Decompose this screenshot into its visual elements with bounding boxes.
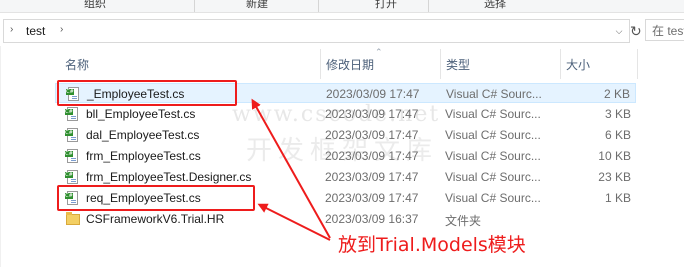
file-row[interactable]: C# frm_EmployeeTest.Designer.cs 2023/03/… (55, 167, 636, 187)
csharp-file-icon: C# (65, 107, 78, 121)
file-date: 2023/03/09 16:37 (325, 212, 419, 226)
file-size: 10 KB (598, 149, 631, 163)
pane-edge (0, 46, 1, 267)
file-row[interactable]: C# frm_EmployeeTest.cs 2023/03/09 17:47 … (55, 146, 636, 166)
chevron-down-icon[interactable]: ⌵ (612, 23, 626, 39)
column-header-date[interactable]: 修改日期 (326, 56, 374, 73)
chevron-right-icon[interactable]: › (60, 24, 63, 35)
file-size: 3 KB (604, 107, 631, 121)
address-box[interactable]: › test › ⌵ (3, 19, 630, 43)
ribbon-divider (194, 0, 195, 12)
highlight-box (57, 80, 237, 106)
file-type: Visual C# Sourc... (445, 191, 541, 205)
file-row[interactable]: CSFrameworkV6.Trial.HR 2023/03/09 16:37 … (55, 209, 636, 229)
file-name: frm_EmployeeTest.cs (86, 149, 201, 163)
file-date: 2023/03/09 17:47 (325, 170, 419, 184)
file-type: Visual C# Sourc... (445, 170, 541, 184)
file-name: CSFrameworkV6.Trial.HR (86, 212, 225, 226)
column-header-name[interactable]: 名称 (65, 56, 89, 73)
file-date: 2023/03/09 17:47 (325, 149, 419, 163)
file-date: 2023/03/09 17:47 (325, 128, 419, 142)
column-header-row: ⌃ 名称 修改日期 类型 大小 (0, 46, 684, 80)
file-type: Visual C# Sourc... (445, 107, 541, 121)
file-type: Visual C# Sourc... (445, 128, 541, 142)
file-row[interactable]: C# bll_EmployeeTest.cs 2023/03/09 17:47 … (55, 104, 636, 124)
file-size: 23 KB (598, 170, 631, 184)
file-size: 6 KB (604, 128, 631, 142)
column-divider[interactable] (637, 49, 638, 79)
ribbon-divider (428, 0, 429, 12)
file-date: 2023/03/09 17:47 (325, 191, 419, 205)
chevron-right-icon[interactable]: › (10, 24, 13, 35)
file-type: Visual C# Sourc... (445, 149, 541, 163)
ribbon-divider (318, 0, 319, 12)
ribbon-open[interactable]: 打开 (375, 0, 397, 11)
ribbon-new[interactable]: 新建 (246, 0, 268, 11)
file-type: Visual C# Sourc... (446, 87, 542, 101)
csharp-file-icon: C# (65, 170, 78, 184)
file-name: dal_EmployeeTest.cs (86, 128, 200, 142)
annotation-text: 放到Trial.Models模块 (338, 234, 526, 256)
file-date: 2023/03/09 17:47 (326, 87, 420, 101)
search-input[interactable]: 在 test (645, 19, 684, 41)
csharp-file-icon: C# (65, 149, 78, 163)
file-date: 2023/03/09 17:47 (325, 107, 419, 121)
column-divider[interactable] (320, 49, 321, 79)
ribbon-organize[interactable]: 组织 (84, 0, 106, 11)
address-bar: › test › ⌵ ↻ 在 test (0, 17, 684, 45)
file-size: 1 KB (604, 191, 631, 205)
sort-up-icon: ⌃ (375, 47, 383, 57)
refresh-icon[interactable]: ↻ (630, 19, 644, 43)
highlight-box (57, 185, 255, 211)
ribbon: 组织 新建 打开 选择 (0, 0, 684, 13)
file-name: frm_EmployeeTest.Designer.cs (86, 170, 252, 184)
file-size: 2 KB (603, 87, 630, 101)
column-header-type[interactable]: 类型 (446, 56, 470, 73)
file-name: bll_EmployeeTest.cs (86, 107, 196, 121)
column-header-size[interactable]: 大小 (566, 56, 590, 73)
csharp-file-icon: C# (65, 128, 78, 142)
file-type: 文件夹 (445, 214, 482, 228)
file-row[interactable]: C# dal_EmployeeTest.cs 2023/03/09 17:47 … (55, 125, 636, 145)
ribbon-select[interactable]: 选择 (484, 0, 506, 11)
folder-icon (66, 212, 80, 225)
breadcrumb-folder[interactable]: test (26, 24, 45, 38)
column-divider[interactable] (440, 49, 441, 79)
column-divider[interactable] (560, 49, 561, 79)
